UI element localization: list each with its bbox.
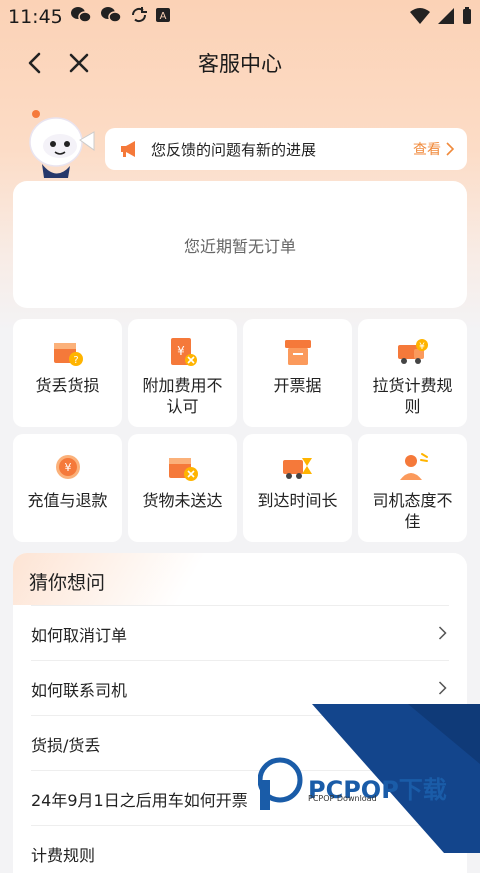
- invoice-printer-icon: [284, 340, 311, 365]
- chevron-right-icon: [438, 681, 447, 695]
- service-driver-attitude[interactable]: 司机态度不佳: [358, 434, 467, 542]
- wechat-icon: [101, 7, 122, 23]
- svg-text:¥: ¥: [177, 344, 185, 358]
- driver-attitude-icon: [399, 453, 428, 480]
- service-pricing-rules[interactable]: ¥ 拉货计费规则: [358, 319, 467, 427]
- faq-header: 猜你想问: [13, 553, 467, 605]
- battery-icon: [463, 7, 471, 24]
- receipt-yen-icon: ¥: [170, 338, 197, 366]
- truck-hourglass-icon: [282, 458, 312, 479]
- faq-title: 猜你想问: [29, 572, 106, 594]
- svg-text:¥: ¥: [64, 461, 71, 474]
- faq-question: 计费规则: [31, 846, 96, 865]
- wifi-icon: [410, 8, 430, 24]
- service-label: 货物未送达: [142, 491, 223, 510]
- service-label: 附加费用不认可: [142, 376, 223, 416]
- service-recharge-refund[interactable]: ¥ 充值与退款: [13, 434, 122, 542]
- status-time: 11:45: [8, 6, 63, 28]
- page-title: 客服中心: [198, 52, 282, 76]
- progress-notice[interactable]: 您反馈的问题有新的进展 查看: [105, 128, 467, 170]
- service-label: 开票据: [273, 376, 322, 395]
- service-not-delivered[interactable]: 货物未送达: [128, 434, 237, 542]
- service-invoice[interactable]: 开票据: [243, 319, 352, 427]
- faq-question: 如何取消订单: [31, 626, 128, 645]
- service-lost-damaged[interactable]: ? 货丢货损: [13, 319, 122, 427]
- service-label: 货丢货损: [35, 376, 100, 395]
- faq-question: 货损/货丢: [31, 736, 101, 755]
- svg-text:?: ?: [73, 355, 78, 366]
- megaphone-icon: [121, 141, 135, 157]
- chevron-right-icon: [446, 142, 455, 156]
- chevron-right-icon: [438, 626, 447, 640]
- sync-icon: [131, 7, 147, 23]
- service-label: 到达时间长: [257, 491, 338, 510]
- notice-text: 您反馈的问题有新的进展: [151, 140, 317, 159]
- no-order-text: 您近期暂无订单: [183, 236, 296, 256]
- service-long-arrival[interactable]: 到达时间长: [243, 434, 352, 542]
- faq-item[interactable]: 如何取消订单: [31, 605, 449, 660]
- wechat-icon: [71, 7, 92, 23]
- svg-text:A: A: [160, 11, 167, 22]
- coin-refund-icon: ¥: [55, 455, 80, 479]
- faq-question: 如何联系司机: [31, 681, 128, 700]
- service-label: 拉货计费规则: [372, 376, 453, 416]
- order-card: 您近期暂无订单: [13, 181, 467, 308]
- truck-yen-icon: ¥: [397, 339, 428, 364]
- service-grid: ? 货丢货损 ¥ 附加费用不认可 开票据 ¥ 拉货计费规则 ¥ 充值与退款 货物…: [13, 319, 467, 542]
- watermark-subtext: PCPOP Download: [308, 794, 377, 803]
- signal-icon: [438, 8, 454, 24]
- box-x-icon: [168, 458, 198, 481]
- service-label: 司机态度不佳: [372, 491, 453, 531]
- service-label: 充值与退款: [27, 491, 108, 510]
- text-a-icon: A: [156, 8, 170, 22]
- faq-question: 24年9月1日之后用车如何开票: [31, 791, 248, 810]
- status-bar: 11:45 A: [0, 0, 480, 34]
- nav-bar: 客服中心: [0, 38, 480, 86]
- mascot-icon: [29, 110, 95, 178]
- service-extra-fee[interactable]: ¥ 附加费用不认可: [128, 319, 237, 427]
- box-question-icon: ?: [53, 343, 83, 366]
- notice-view-link[interactable]: 查看: [413, 139, 441, 159]
- svg-text:¥: ¥: [419, 342, 425, 352]
